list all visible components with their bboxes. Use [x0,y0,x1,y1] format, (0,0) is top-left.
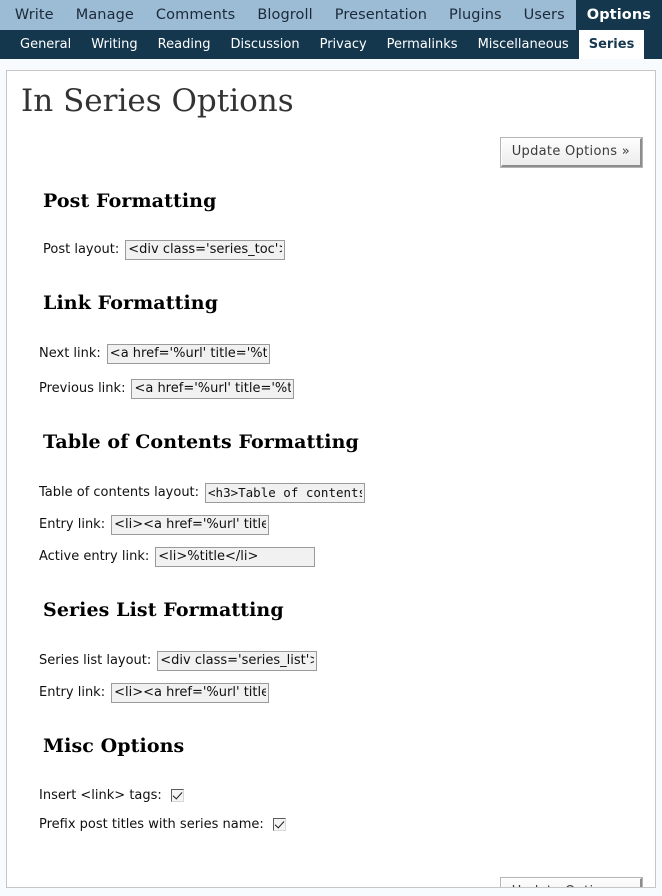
nav-item-users[interactable]: Users [513,0,576,30]
checkbox-insert-link-tags[interactable] [170,788,184,802]
field-post-layout: Post layout: [43,239,655,260]
field-series-list-entry-link: Entry link: [39,682,655,703]
input-toc-active-entry-link[interactable] [155,546,316,567]
section-misc-options: Misc Options Insert <link> tags: Prefix … [7,735,655,832]
input-post-layout[interactable] [125,239,286,260]
label-post-layout: Post layout: [43,242,120,258]
update-options-button-bottom[interactable]: Update Options » [499,876,644,887]
nav-item-comments[interactable]: Comments [145,0,246,30]
top-button-row: Update Options » [7,136,655,168]
label-previous-link: Previous link: [39,381,126,397]
section-title-toc-formatting: Table of Contents Formatting [43,430,359,453]
subnav-item-discussion[interactable]: Discussion [220,30,309,59]
input-toc-entry-link[interactable] [111,514,270,535]
nav-item-plugins[interactable]: Plugins [438,0,513,30]
options-panel: In Series Options Update Options » Post … [6,70,656,888]
field-previous-link: Previous link: [39,378,655,399]
nav-item-write[interactable]: Write [4,0,65,30]
field-toc-active-entry-link: Active entry link: [39,546,655,567]
primary-nav: Dashboard Write Manage Comments Blogroll… [0,0,662,30]
field-insert-link-tags: Insert <link> tags: [39,788,655,803]
update-options-button-top[interactable]: Update Options » [499,136,644,168]
section-title-post-formatting: Post Formatting [43,189,217,212]
section-title-misc-options: Misc Options [43,734,185,757]
label-series-list-entry-link: Entry link: [39,685,106,701]
input-next-link[interactable] [106,343,270,364]
field-series-list-layout: Series list layout: [39,650,655,671]
label-series-list-layout: Series list layout: [39,653,152,669]
label-prefix-post-titles: Prefix post titles with series name: [39,816,264,832]
subnav-item-writing[interactable]: Writing [81,30,147,59]
input-previous-link[interactable] [131,378,295,399]
subnav-item-general[interactable]: General [10,30,81,59]
input-series-list-layout[interactable] [157,650,318,671]
label-toc-active-entry-link: Active entry link: [39,549,150,565]
section-title-link-formatting: Link Formatting [43,291,219,314]
input-toc-layout[interactable] [205,482,366,503]
page-title: In Series Options [21,83,294,119]
subnav-item-miscellaneous[interactable]: Miscellaneous [468,30,579,59]
nav-item-blogroll[interactable]: Blogroll [246,0,323,30]
section-series-list-formatting: Series List Formatting Series list layou… [7,599,655,703]
field-toc-layout: Table of contents layout: [39,482,655,503]
nav-item-manage[interactable]: Manage [65,0,145,30]
field-next-link: Next link: [39,343,655,364]
label-next-link: Next link: [39,346,101,362]
nav-item-presentation[interactable]: Presentation [324,0,438,30]
field-prefix-post-titles: Prefix post titles with series name: [39,817,655,832]
secondary-nav: General Writing Reading Discussion Priva… [0,30,662,59]
label-insert-link-tags: Insert <link> tags: [39,787,162,803]
bottom-button-row: Update Options » [7,876,655,887]
label-toc-layout: Table of contents layout: [39,485,200,501]
checkbox-prefix-post-titles[interactable] [272,817,286,831]
field-toc-entry-link: Entry link: [39,514,655,535]
subnav-item-permalinks[interactable]: Permalinks [377,30,468,59]
subnav-item-privacy[interactable]: Privacy [310,30,377,59]
section-toc-formatting: Table of Contents Formatting Table of co… [7,431,655,567]
section-post-formatting: Post Formatting Post layout: [7,190,655,260]
subnav-item-series[interactable]: Series [578,30,645,59]
label-toc-entry-link: Entry link: [39,517,106,533]
nav-item-options[interactable]: Options [575,0,662,30]
subnav-item-reading[interactable]: Reading [148,30,221,59]
section-title-series-list-formatting: Series List Formatting [43,598,284,621]
section-link-formatting: Link Formatting Next link: Previous link… [7,292,655,399]
input-series-list-entry-link[interactable] [111,682,270,703]
